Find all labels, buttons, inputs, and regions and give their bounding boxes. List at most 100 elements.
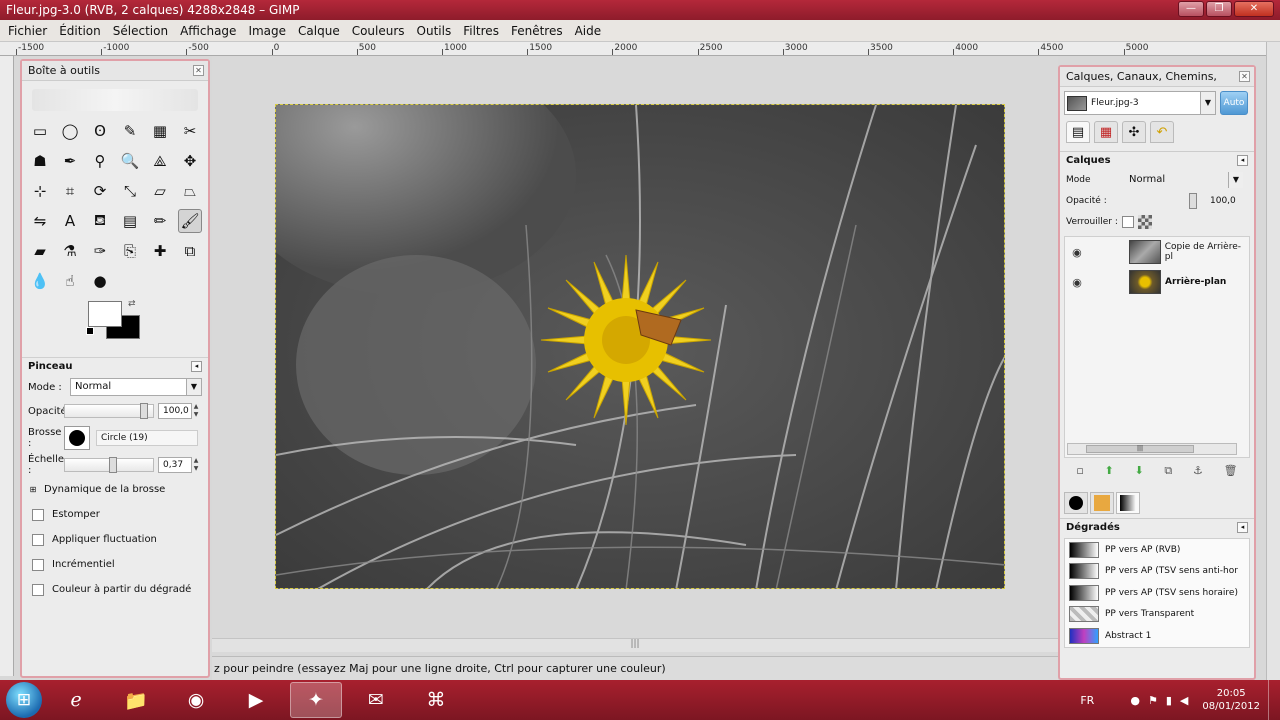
measure-tool-icon[interactable]: ⟁ <box>148 149 172 173</box>
tray-app-icon[interactable]: ● <box>1130 694 1140 707</box>
swap-colors-icon[interactable]: ⇄ <box>128 299 136 309</box>
menu-item-3[interactable]: Affichage <box>174 20 242 42</box>
checkbox[interactable] <box>32 533 44 546</box>
fuzzy-select-tool-icon[interactable]: ✎ <box>118 119 142 143</box>
gradients-menu-icon[interactable]: ◂ <box>1237 522 1248 533</box>
new-layer-icon[interactable]: ▫ <box>1076 464 1083 482</box>
raise-layer-icon[interactable]: ⬆ <box>1105 464 1114 482</box>
menu-item-1[interactable]: Édition <box>53 20 107 42</box>
brush-option-1[interactable]: Appliquer fluctuation <box>22 527 208 552</box>
checkbox[interactable] <box>32 508 44 521</box>
opacity-slider[interactable] <box>64 403 154 419</box>
tab-layers[interactable]: ▤ <box>1066 121 1090 143</box>
layers-scroll-thumb[interactable]: ||| <box>1086 445 1194 453</box>
menu-item-2[interactable]: Sélection <box>107 20 174 42</box>
menu-item-4[interactable]: Image <box>242 20 292 42</box>
opacity-slider-handle[interactable] <box>140 403 149 419</box>
pencil-tool-icon[interactable]: ✏ <box>148 209 172 233</box>
rect-select-tool-icon[interactable]: ▭ <box>28 119 52 143</box>
move-tool-icon[interactable]: ✥ <box>178 149 202 173</box>
bucket-fill-tool-icon[interactable]: ⛾ <box>88 209 112 233</box>
gimp-icon[interactable]: ✦ <box>290 682 342 718</box>
free-select-tool-icon[interactable]: ʘ <box>88 119 112 143</box>
tab-gradients[interactable] <box>1116 492 1140 514</box>
canvas-scroll-grip[interactable]: ||| <box>212 638 1058 652</box>
paths-tool-icon[interactable]: ✒ <box>58 149 82 173</box>
checkbox[interactable] <box>32 583 44 596</box>
tool-options-menu-icon[interactable]: ◂ <box>191 361 202 372</box>
scale-value[interactable]: 0,37 <box>158 457 192 473</box>
language-indicator[interactable]: FR <box>1080 694 1094 707</box>
tab-brushes[interactable] <box>1064 492 1088 514</box>
auto-button[interactable]: Auto <box>1220 91 1248 115</box>
gradient-item[interactable]: Abstract 1 <box>1065 625 1249 647</box>
canvas-area[interactable] <box>212 56 1058 656</box>
maximize-button[interactable]: ❐ <box>1206 1 1232 17</box>
blur-tool-icon[interactable]: 💧 <box>28 269 52 293</box>
network-icon[interactable]: ▮ <box>1166 694 1172 707</box>
brush-dynamics-expander[interactable]: ⊞ Dynamique de la brosse <box>22 477 208 502</box>
action-center-icon[interactable]: ⚑ <box>1148 694 1158 707</box>
layer-opacity-slider[interactable] <box>1116 192 1204 209</box>
dodge-burn-tool-icon[interactable]: ● <box>88 269 112 293</box>
brush-picker[interactable] <box>64 426 90 450</box>
menu-item-0[interactable]: Fichier <box>2 20 53 42</box>
opacity-spin[interactable]: 100,0 ▲ ▼ <box>158 403 200 419</box>
brush-option-0[interactable]: Estomper <box>22 502 208 527</box>
rotate-tool-icon[interactable]: ⟳ <box>88 179 112 203</box>
image-selector[interactable]: Fleur.jpg-3 ▼ <box>1064 91 1216 115</box>
ellipse-select-tool-icon[interactable]: ◯ <box>58 119 82 143</box>
gradient-item[interactable]: PP vers AP (RVB) <box>1065 539 1249 561</box>
heal-tool-icon[interactable]: ✚ <box>148 239 172 263</box>
select-by-color-tool-icon[interactable]: ▦ <box>148 119 172 143</box>
layers-scrollbar[interactable]: ||| <box>1067 443 1237 455</box>
airbrush-tool-icon[interactable]: ⚗ <box>58 239 82 263</box>
right-scrollbar[interactable] <box>1266 42 1280 680</box>
lock-pixels-checkbox[interactable] <box>1122 215 1134 228</box>
lower-layer-icon[interactable]: ⬇ <box>1134 464 1143 482</box>
duplicate-layer-icon[interactable]: ⧉ <box>1164 464 1172 482</box>
spin-arrows-icon[interactable]: ▲ ▼ <box>192 457 200 473</box>
scale-spin[interactable]: 0,37 ▲ ▼ <box>158 457 200 473</box>
anchor-layer-icon[interactable]: ⚓ <box>1193 464 1203 482</box>
brush-option-3[interactable]: Couleur à partir du dégradé <box>22 577 208 602</box>
image-canvas[interactable] <box>275 104 1005 589</box>
mode-select[interactable]: Normal ▼ <box>70 378 202 396</box>
tab-patterns[interactable] <box>1090 492 1114 514</box>
layer-row[interactable]: ◉ Arrière-plan <box>1065 267 1249 297</box>
foreground-select-tool-icon[interactable]: ☗ <box>28 149 52 173</box>
tab-channels[interactable]: ▦ <box>1094 121 1118 143</box>
brush-option-2[interactable]: Incrémentiel <box>22 552 208 577</box>
reset-colors-icon[interactable] <box>86 327 94 335</box>
crop-tool-icon[interactable]: ⌗ <box>58 179 82 203</box>
paintbrush-tool-icon[interactable]: 🖌 <box>178 209 202 233</box>
menu-item-10[interactable]: Aide <box>569 20 608 42</box>
tab-undo[interactable]: ↶ <box>1150 121 1174 143</box>
layer-mode-select[interactable]: Normal ▼ <box>1124 171 1244 189</box>
menu-item-5[interactable]: Calque <box>292 20 346 42</box>
toolbox-close-icon[interactable]: ✕ <box>193 65 204 76</box>
menu-item-8[interactable]: Filtres <box>457 20 505 42</box>
eraser-tool-icon[interactable]: ▰ <box>28 239 52 263</box>
color-picker-tool-icon[interactable]: ⚲ <box>88 149 112 173</box>
scissors-tool-icon[interactable]: ✂ <box>178 119 202 143</box>
foreground-color-swatch[interactable] <box>88 301 122 327</box>
blend-tool-icon[interactable]: ▤ <box>118 209 142 233</box>
align-tool-icon[interactable]: ⊹ <box>28 179 52 203</box>
lock-alpha-icon[interactable] <box>1138 214 1152 229</box>
menu-item-9[interactable]: Fenêtres <box>505 20 569 42</box>
file-explorer-icon[interactable]: 📁 <box>110 682 162 718</box>
notes-icon[interactable]: ✉ <box>350 682 402 718</box>
zoom-tool-icon[interactable]: 🔍 <box>118 149 142 173</box>
show-desktop-button[interactable] <box>1268 680 1280 720</box>
perspective-tool-icon[interactable]: ⏢ <box>178 179 202 203</box>
minimize-button[interactable]: — <box>1178 1 1204 17</box>
text-tool-icon[interactable]: A <box>58 209 82 233</box>
eye-icon[interactable]: ◉ <box>1065 276 1089 289</box>
ink-tool-icon[interactable]: ✑ <box>88 239 112 263</box>
gradient-item[interactable]: PP vers Transparent <box>1065 604 1249 626</box>
perspective-clone-tool-icon[interactable]: ⧉ <box>178 239 202 263</box>
start-button[interactable]: ⊞ <box>6 682 42 718</box>
delete-layer-icon[interactable]: 🗑 <box>1224 464 1238 482</box>
checkbox[interactable] <box>32 558 44 571</box>
